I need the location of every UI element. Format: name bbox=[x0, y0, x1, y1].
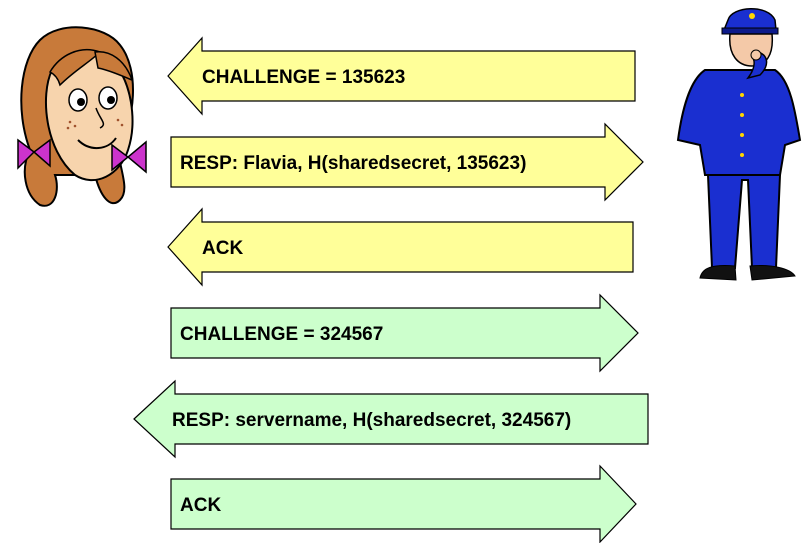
message-arrow-3: ACK bbox=[167, 207, 634, 287]
message-arrow-5: RESP: servername, H(sharedsecret, 324567… bbox=[133, 379, 649, 459]
message-arrow-6: ACK bbox=[170, 464, 637, 543]
message-label: RESP: servername, H(sharedsecret, 324567… bbox=[172, 410, 571, 431]
message-label: CHALLENGE = 324567 bbox=[180, 324, 383, 345]
message-arrow-1: CHALLENGE = 135623 bbox=[167, 36, 636, 116]
girl-cartoon-icon bbox=[17, 26, 147, 207]
message-label: RESP: Flavia, H(sharedsecret, 135623) bbox=[180, 153, 526, 174]
message-label: ACK bbox=[180, 495, 221, 516]
authentication-diagram: CHALLENGE = 135623 RESP: Flavia, H(share… bbox=[17, 8, 802, 543]
message-arrow-2: RESP: Flavia, H(sharedsecret, 135623) bbox=[170, 122, 644, 202]
message-arrow-4: CHALLENGE = 324567 bbox=[170, 293, 639, 373]
message-label: ACK bbox=[202, 238, 243, 259]
ack-arrow-2 bbox=[170, 464, 637, 543]
message-label: CHALLENGE = 135623 bbox=[202, 67, 405, 88]
guard-cartoon-icon bbox=[676, 8, 802, 281]
